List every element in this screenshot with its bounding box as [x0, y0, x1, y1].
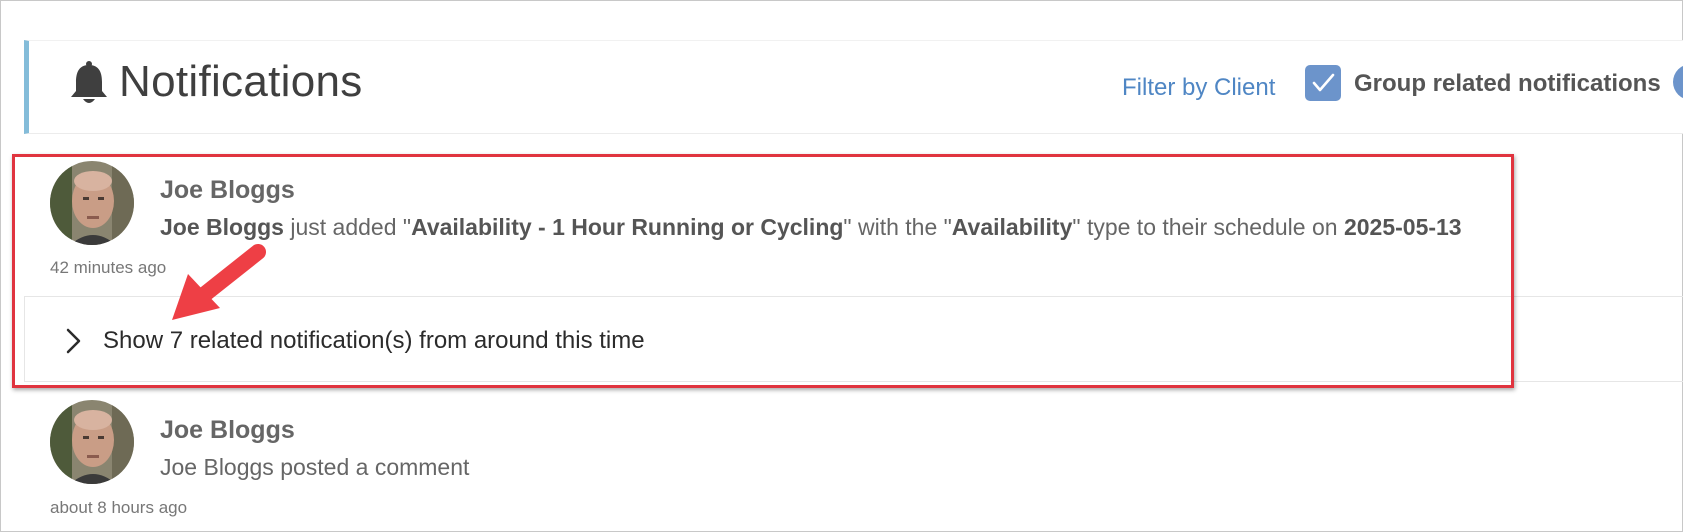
message-bold-part: Joe Bloggs [160, 214, 284, 240]
filter-by-client-link[interactable]: Filter by Client [1122, 74, 1275, 102]
page-title: Notifications [119, 57, 363, 106]
notification-message: Joe Bloggs just added "Availability - 1 … [160, 214, 1462, 241]
message-bold-part: Availability - 1 Hour Running or Cycling [411, 214, 844, 240]
notification-time: 42 minutes ago [50, 258, 167, 277]
message-part: just added " [283, 214, 412, 240]
notifications-header: Notifications Filter by Client Group rel… [24, 40, 1683, 134]
message-part: " type to their schedule on [1072, 214, 1344, 240]
group-related-label[interactable]: Group related notifications [1354, 70, 1661, 98]
message-part: " with the " [843, 214, 952, 240]
avatar [50, 161, 134, 245]
show-related-label: Show 7 related notification(s) from arou… [103, 327, 645, 354]
notification-author: Joe Bloggs [160, 176, 295, 204]
checkmark-icon [1312, 73, 1335, 92]
group-related-checkbox[interactable] [1305, 65, 1341, 101]
avatar [50, 400, 134, 484]
avatar-photo [50, 400, 134, 484]
message-bold-part: Availability [951, 214, 1073, 240]
notification-message: Joe Bloggs posted a comment [160, 454, 470, 480]
message-bold-part: 2025-05-13 [1343, 214, 1462, 240]
chevron-right-icon [66, 328, 81, 354]
notification-author: Joe Bloggs [160, 416, 295, 444]
notification-time: about 8 hours ago [50, 498, 188, 517]
bell-icon [71, 61, 107, 103]
show-related-notifications-button[interactable]: Show 7 related notification(s) from arou… [24, 296, 1683, 382]
avatar-photo [50, 161, 134, 245]
